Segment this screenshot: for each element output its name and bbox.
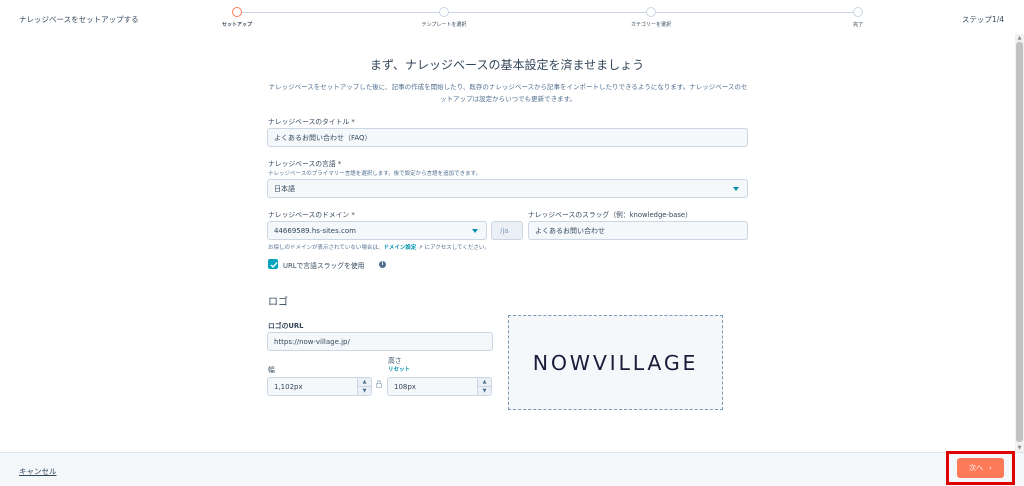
domain-label: ナレッジベースのドメイン * xyxy=(268,211,355,219)
title-input-value: よくあるお問い合わせ（FAQ） xyxy=(274,133,372,142)
suffix-text: /ja xyxy=(500,226,509,235)
step-template: テンプレートを選択 xyxy=(394,7,494,28)
scroll-thumb[interactable] xyxy=(1016,42,1023,442)
domain-select[interactable]: 44669589.hs-sites.com xyxy=(267,221,487,240)
chevron-up-icon[interactable]: ▲ xyxy=(478,378,491,387)
language-select-value: 日本語 xyxy=(274,184,295,193)
scrollbar[interactable]: ▲ ▼ xyxy=(1015,34,1024,452)
step-dot-icon xyxy=(646,7,656,17)
chevron-down-icon[interactable]: ▼ xyxy=(478,387,491,396)
slug-input[interactable]: よくあるお問い合わせ xyxy=(528,221,748,240)
info-icon[interactable]: i xyxy=(379,261,386,268)
intro-text: ナレッジベースをセットアップした後に、記事の作成を開始したり、既存のナレッジベー… xyxy=(268,83,748,103)
height-input[interactable]: 108px ▲ ▼ xyxy=(387,377,492,396)
width-label: 幅 xyxy=(268,366,275,374)
width-input[interactable]: 1,102px ▲ ▼ xyxy=(267,377,372,396)
width-input-value: 1,102px xyxy=(274,382,303,391)
next-button[interactable]: 次へ › xyxy=(957,458,1004,478)
domain-language-suffix: /ja xyxy=(491,221,523,240)
footer: キャンセル xyxy=(0,452,1024,486)
title-input[interactable]: よくあるお問い合わせ（FAQ） xyxy=(267,128,748,147)
step-label: 完了 xyxy=(852,22,863,28)
logo-preview[interactable]: NOWVILLAGE xyxy=(508,315,723,410)
step-dot-icon xyxy=(439,7,449,17)
domain-settings-link[interactable]: ドメイン設定 xyxy=(383,245,416,251)
step-label: セットアップ xyxy=(221,22,252,28)
scroll-up-icon[interactable]: ▲ xyxy=(1016,35,1023,41)
section-heading: まず、ナレッジベースの基本設定を済ませましょう xyxy=(369,58,645,72)
step-label: カテゴリーを選択 xyxy=(630,22,671,28)
height-label: 高さ xyxy=(388,357,402,365)
logo-url-label: ロゴのURL xyxy=(268,322,304,330)
language-label: ナレッジベースの言語 * xyxy=(268,160,342,168)
reset-link[interactable]: リセット xyxy=(388,365,410,373)
slug-label: ナレッジベースのスラッグ（例：knowledge-base） xyxy=(528,211,692,219)
width-stepper[interactable]: ▲ ▼ xyxy=(357,378,371,395)
step-dot-icon xyxy=(232,7,242,17)
chevron-down-icon xyxy=(472,228,478,233)
language-help: ナレッジベースのプライマリー言語を選択します。後で設定から言語を追加できます。 xyxy=(268,171,482,177)
height-input-value: 108px xyxy=(394,382,416,391)
logo-url-input[interactable]: https://now-village.jp/ xyxy=(267,332,493,351)
step-count: ステップ1/4 xyxy=(961,15,1004,24)
chevron-down-icon[interactable]: ▼ xyxy=(358,387,371,396)
language-select[interactable]: 日本語 xyxy=(267,179,748,198)
cancel-button[interactable]: キャンセル xyxy=(19,466,57,477)
logo-section-title: ロゴ xyxy=(268,297,288,308)
url-language-checkbox-label: URLで言語スラッグを使用 xyxy=(283,262,365,270)
step-dot-icon xyxy=(853,7,863,17)
checkmark-icon xyxy=(270,262,278,269)
chevron-up-icon[interactable]: ▲ xyxy=(358,378,371,387)
domain-help-prefix: お探しのドメインが表示されていない場合は、 xyxy=(268,245,384,251)
scroll-down-icon[interactable]: ▼ xyxy=(1016,445,1023,451)
domain-select-value: 44669589.hs-sites.com xyxy=(274,226,356,235)
next-button-label: 次へ xyxy=(969,464,984,472)
domain-help: お探しのドメインが表示されていない場合は、ドメイン設定 ↗ にアクセスしてくださ… xyxy=(268,243,490,251)
aspect-lock-icon[interactable] xyxy=(376,380,382,388)
stepper-line xyxy=(237,12,858,13)
domain-help-suffix: にアクセスしてください。 xyxy=(422,245,490,251)
chevron-down-icon xyxy=(733,186,739,191)
slug-input-value: よくあるお問い合わせ xyxy=(535,226,605,235)
step-category: カテゴリーを選択 xyxy=(601,7,701,28)
page-title: ナレッジベースをセットアップする xyxy=(19,15,139,24)
logo-image: NOWVILLAGE xyxy=(532,350,699,375)
header: ナレッジベースをセットアップする セットアップ テンプレートを選択 カテゴリーを… xyxy=(0,0,1024,34)
step-label: テンプレートを選択 xyxy=(421,22,467,28)
step-setup: セットアップ xyxy=(187,7,287,28)
step-complete: 完了 xyxy=(808,7,908,28)
chevron-right-icon: › xyxy=(989,464,992,472)
height-stepper[interactable]: ▲ ▼ xyxy=(477,378,491,395)
title-label: ナレッジベースのタイトル * xyxy=(268,118,355,126)
url-language-checkbox[interactable] xyxy=(268,259,278,269)
logo-url-value: https://now-village.jp/ xyxy=(274,337,350,346)
